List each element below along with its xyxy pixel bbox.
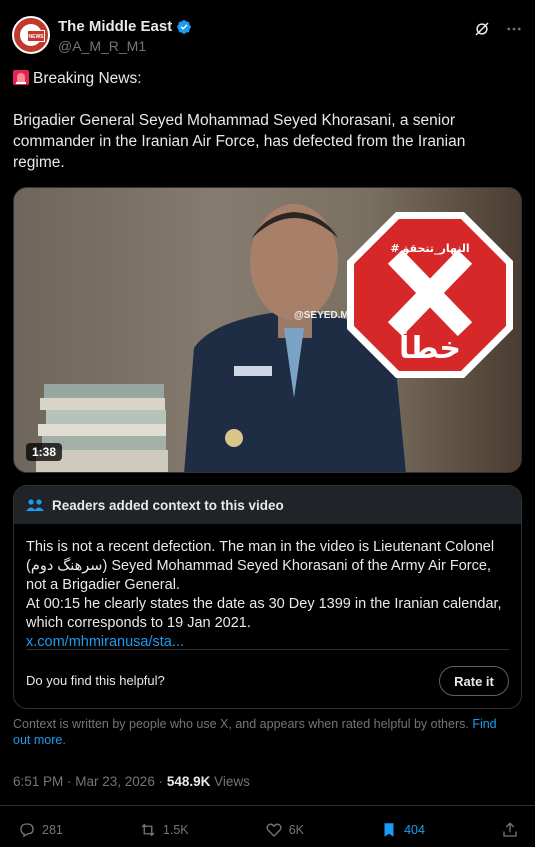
- note-divider: [26, 649, 509, 650]
- reply-icon: [20, 823, 34, 838]
- tweet-text: Breaking News: Brigadier General Seyed M…: [13, 68, 521, 194]
- header-actions: [473, 20, 523, 38]
- repost-icon: [141, 823, 155, 837]
- bookmark-button[interactable]: 404: [380, 821, 425, 839]
- breaking-line: Breaking News:: [13, 68, 521, 89]
- views-count: 548.9K: [166, 774, 211, 789]
- name-row: The Middle East: [58, 18, 192, 35]
- repost-button[interactable]: 1.5K: [139, 821, 189, 839]
- stamp-hashtag: #النهار_تتحقق: [390, 242, 469, 255]
- reply-button[interactable]: 281: [18, 821, 63, 839]
- breaking-label: Breaking News:: [33, 70, 142, 87]
- note-line-1: This is not a recent defection. The man …: [26, 539, 495, 593]
- tweet-timestamp[interactable]: 6:51 PM · Mar 23, 2026 ·: [13, 774, 167, 789]
- helpful-question: Do you find this helpful?: [26, 673, 165, 688]
- false-stamp-icon: #النهار_تتحقق خطأ: [347, 212, 513, 378]
- reply-count: 281: [42, 823, 63, 837]
- tweet-meta: 6:51 PM · Mar 23, 2026 · 548.9K Views: [13, 774, 250, 789]
- note-body: This is not a recent defection. The man …: [26, 538, 510, 652]
- people-icon: [26, 499, 44, 511]
- stamp-verdict: خطأ: [399, 328, 461, 366]
- user-handle[interactable]: @A_M_R_M1: [58, 38, 146, 54]
- bookmark-count: 404: [404, 823, 425, 837]
- bookmark-icon: [384, 823, 394, 837]
- more-options-icon[interactable]: [505, 20, 523, 38]
- grok-icon[interactable]: [473, 20, 491, 38]
- avatar-badge: NEWS: [27, 30, 45, 42]
- siren-emoji-icon: [13, 70, 29, 85]
- actions-divider: [0, 805, 535, 806]
- views-label: Views: [210, 774, 250, 789]
- action-bar: 281 1.5K 6K 404: [18, 818, 519, 842]
- share-button[interactable]: [501, 821, 519, 839]
- note-line-2: At 00:15 he clearly states the date as 3…: [26, 596, 502, 631]
- display-name[interactable]: The Middle East: [58, 18, 172, 35]
- context-text: Context is written by people who use X, …: [13, 717, 473, 731]
- tweet-body: Brigadier General Seyed Mohammad Seyed K…: [13, 112, 466, 171]
- note-title: Readers added context to this video: [52, 497, 284, 513]
- like-count: 6K: [288, 823, 304, 837]
- video-duration: 1:38: [26, 443, 63, 461]
- context-footer: Context is written by people who use X, …: [13, 716, 513, 748]
- like-button[interactable]: 6K: [265, 821, 304, 839]
- video-player[interactable]: @SEYED.MO #النهار_تتحقق خطأ 1:38: [13, 187, 522, 473]
- tweet-header: NEWS The Middle East @A_M_R_M1: [12, 14, 523, 58]
- repost-count: 1.5K: [162, 823, 189, 837]
- rate-it-button[interactable]: Rate it: [439, 666, 509, 696]
- avatar[interactable]: NEWS: [12, 16, 50, 54]
- share-icon: [503, 822, 517, 837]
- community-note: Readers added context to this video This…: [13, 485, 522, 709]
- note-header: Readers added context to this video: [14, 486, 521, 524]
- verified-badge-icon: [177, 19, 192, 34]
- heart-icon: [266, 823, 282, 837]
